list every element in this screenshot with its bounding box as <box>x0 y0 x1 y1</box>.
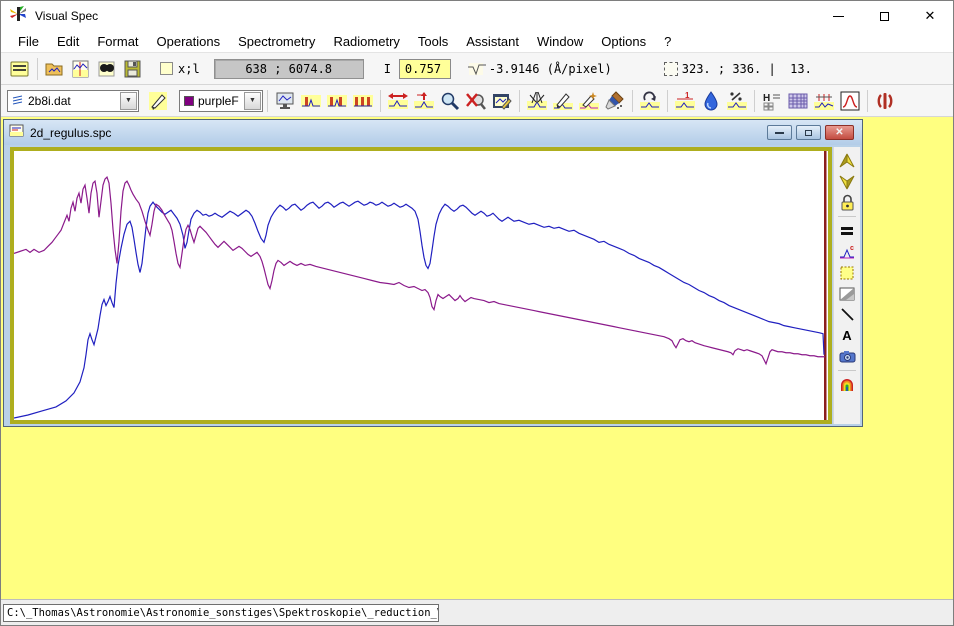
status-file-path: C:\_Thomas\Astronomie\Astronomie_sonstig… <box>3 604 439 622</box>
coords-checkbox-label: x;l <box>178 62 200 76</box>
calibration-icon[interactable] <box>811 88 837 114</box>
chevron-down-icon[interactable]: ▼ <box>120 92 137 110</box>
svg-text:1: 1 <box>685 91 690 100</box>
window-titlebar[interactable]: Visual Spec ✕ <box>1 1 953 31</box>
spectrum-plot[interactable] <box>10 147 832 424</box>
menubar: File Edit Format Operations Spectrometry… <box>1 31 953 53</box>
dispersion-value: -3.9146 (Å/pixel) <box>489 62 612 76</box>
profile-single-icon[interactable] <box>298 88 324 114</box>
hairline-icon[interactable] <box>524 88 550 114</box>
display-icon[interactable] <box>272 88 298 114</box>
intensity-field[interactable]: 0.757 <box>399 59 451 79</box>
menu-edit[interactable]: Edit <box>48 32 88 51</box>
menu-assistant[interactable]: Assistant <box>457 32 528 51</box>
menu-operations[interactable]: Operations <box>148 32 230 51</box>
page-display-icon[interactable] <box>68 56 94 82</box>
element-lines-icon[interactable]: H <box>759 88 785 114</box>
visual-spec-window: Visual Spec ✕ File Edit Format Operation… <box>0 0 954 626</box>
selection-value: 323. ; 336. | 13. <box>682 62 812 76</box>
zoom-icon[interactable] <box>437 88 463 114</box>
brush-icon[interactable] <box>602 88 628 114</box>
minimize-icon[interactable] <box>767 125 792 140</box>
profile-double-icon[interactable] <box>324 88 350 114</box>
document-titlebar[interactable]: 2d_regulus.spc ✕ <box>4 120 862 145</box>
camera-icon[interactable] <box>836 346 858 367</box>
restore-icon[interactable] <box>796 125 821 140</box>
menu-format[interactable]: Format <box>88 32 147 51</box>
menu-tools[interactable]: Tools <box>409 32 457 51</box>
periodic-table-icon[interactable] <box>785 88 811 114</box>
session-icon[interactable] <box>7 56 33 82</box>
document-icon <box>9 124 24 142</box>
stretch-horizontal-icon[interactable] <box>385 88 411 114</box>
gaussian-fit-icon[interactable] <box>837 88 863 114</box>
close-icon[interactable]: ✕ <box>907 1 953 31</box>
arrow-up-icon[interactable] <box>836 150 858 171</box>
coords-display: 638 ; 6074.8 <box>214 59 364 79</box>
appel-icon[interactable] <box>872 88 898 114</box>
intensity-label: I <box>384 62 391 76</box>
equals-icon[interactable] <box>836 220 858 241</box>
close-icon[interactable]: ✕ <box>825 125 854 140</box>
lock-icon[interactable] <box>836 192 858 213</box>
save-icon[interactable] <box>120 56 146 82</box>
series-color-swatch <box>184 96 194 106</box>
series-combo-value: purpleF <box>198 94 239 108</box>
document-window[interactable]: 2d_regulus.spc ✕ <box>3 119 863 427</box>
open-file-icon[interactable] <box>42 56 68 82</box>
maximize-icon[interactable] <box>861 1 907 31</box>
unzoom-icon[interactable] <box>463 88 489 114</box>
toolbar-tools: 2b8i.dat ▼ purpleF ▼ <box>1 85 953 117</box>
text-tool-icon[interactable]: A <box>836 325 858 346</box>
toolbar-main: x;l 638 ; 6074.8 I 0.757 -3.9146 (Å/pixe… <box>1 53 953 85</box>
spectrum-canvas <box>14 151 828 420</box>
stretch-vertical-icon[interactable] <box>411 88 437 114</box>
palette-icon[interactable] <box>836 374 858 395</box>
profile-triple-icon[interactable] <box>350 88 376 114</box>
dashed-fill-icon[interactable] <box>836 262 858 283</box>
water-drop-icon[interactable] <box>698 88 724 114</box>
menu-file[interactable]: File <box>9 32 48 51</box>
svg-text:c: c <box>850 245 854 252</box>
edit-window-icon[interactable] <box>489 88 515 114</box>
browse-icon[interactable] <box>94 56 120 82</box>
divide-icon[interactable] <box>724 88 750 114</box>
statusbar: C:\_Thomas\Astronomie\Astronomie_sonstig… <box>1 599 953 625</box>
chevron-down-icon[interactable]: ▼ <box>244 92 261 110</box>
pencil-new-icon[interactable] <box>576 88 602 114</box>
coords-checkbox[interactable] <box>160 62 173 75</box>
arrow-down-icon[interactable] <box>836 171 858 192</box>
file-combo-value: 2b8i.dat <box>28 94 115 108</box>
copy-chart-icon[interactable]: c <box>836 241 858 262</box>
document-title: 2d_regulus.spc <box>30 126 111 140</box>
window-title: Visual Spec <box>35 9 98 23</box>
plot-right-marker <box>824 151 827 420</box>
line-tool-icon[interactable] <box>836 304 858 325</box>
normalize-icon[interactable]: 1 <box>672 88 698 114</box>
selection-icon <box>664 62 678 76</box>
gradient-icon[interactable] <box>836 283 858 304</box>
file-combo[interactable]: 2b8i.dat ▼ <box>7 90 139 112</box>
series-combo[interactable]: purpleF ▼ <box>179 90 263 112</box>
workspace: 2d_regulus.spc ✕ <box>1 117 953 601</box>
menu-radiometry[interactable]: Radiometry <box>324 32 408 51</box>
menu-spectrometry[interactable]: Spectrometry <box>229 32 324 51</box>
edit-hand-icon[interactable] <box>145 88 171 114</box>
undo-curve-icon[interactable] <box>637 88 663 114</box>
menu-window[interactable]: Window <box>528 32 592 51</box>
pencil-icon[interactable] <box>550 88 576 114</box>
spectrum-curve-purple <box>14 177 825 364</box>
document-side-toolbar: c A <box>833 147 860 424</box>
svg-text:H: H <box>763 93 770 104</box>
spectrum-curve-blue <box>14 201 824 418</box>
menu-help[interactable]: ? <box>655 32 680 51</box>
spectrum-combo-icon <box>12 92 24 110</box>
app-logo-icon <box>10 6 27 27</box>
minimize-icon[interactable] <box>815 1 861 31</box>
menu-options[interactable]: Options <box>592 32 655 51</box>
dispersion-icon <box>467 56 487 82</box>
